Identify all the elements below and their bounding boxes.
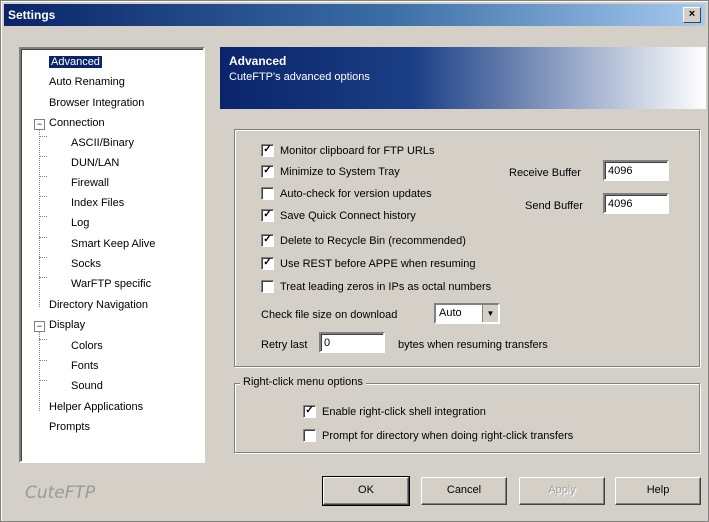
ok-button[interactable]: OK <box>322 476 410 506</box>
shell-integration-checkbox[interactable]: ✓ Enable right-click shell integration <box>303 404 486 421</box>
send-buffer-label: Send Buffer <box>525 200 583 212</box>
close-button[interactable]: × <box>683 7 701 23</box>
tree-item-dun-lan[interactable]: DUN/LAN <box>71 155 119 171</box>
send-buffer-input[interactable]: 4096 <box>603 193 669 214</box>
tree-item-display[interactable]: Display <box>49 317 85 333</box>
tree-item-helper-applications[interactable]: Helper Applications <box>49 399 143 415</box>
tree-item-connection[interactable]: Connection <box>49 115 105 131</box>
checkbox-box <box>261 279 274 293</box>
retry-last-input[interactable]: 0 <box>319 332 385 353</box>
tree-item-sound[interactable]: Sound <box>71 378 103 394</box>
checkbox-box <box>303 428 316 442</box>
checkbox-box: ✓ <box>261 164 274 178</box>
minimize-tray-checkbox[interactable]: ✓ Minimize to System Tray <box>261 164 400 181</box>
checkbox-box: ✓ <box>303 404 316 418</box>
tree-item-prompts[interactable]: Prompts <box>49 419 90 435</box>
tree-item-warftp-specific[interactable]: WarFTP specific <box>71 276 151 292</box>
apply-button[interactable]: Apply <box>519 477 605 505</box>
tree-item-browser-integration[interactable]: Browser Integration <box>49 95 144 111</box>
prompt-directory-checkbox[interactable]: Prompt for directory when doing right-cl… <box>303 428 573 445</box>
retry-last-label: Retry last <box>261 339 308 351</box>
settings-tree[interactable]: − − Advanced Auto Renaming Browser Integ… <box>19 47 205 463</box>
tree-item-ascii-binary[interactable]: ASCII/Binary <box>71 135 134 151</box>
tree-item-advanced[interactable]: Advanced <box>49 54 102 70</box>
cancel-button[interactable]: Cancel <box>421 477 507 505</box>
tree-item-smart-keep-alive[interactable]: Smart Keep Alive <box>71 236 155 252</box>
brand-logo: CuteFTP <box>25 483 96 503</box>
section-subtitle: CuteFTP's advanced options <box>229 71 370 83</box>
checkbox-box: ✓ <box>261 143 274 157</box>
checkbox-box: ✓ <box>261 233 274 247</box>
title-bar: Settings × <box>4 4 705 26</box>
check-file-size-label: Check file size on download <box>261 309 398 321</box>
delete-recycle-bin-checkbox[interactable]: ✓ Delete to Recycle Bin (recommended) <box>261 233 466 250</box>
tree-item-index-files[interactable]: Index Files <box>71 195 124 211</box>
help-button[interactable]: Help <box>615 477 701 505</box>
tree-item-colors[interactable]: Colors <box>71 338 103 354</box>
window-title: Settings <box>8 8 56 22</box>
auto-check-updates-checkbox[interactable]: Auto-check for version updates <box>261 186 432 203</box>
connection-collapse-icon[interactable]: − <box>34 119 45 130</box>
checkbox-box <box>261 186 274 200</box>
settings-window: Settings × − − Advanced Auto Renaming Br… <box>0 0 709 522</box>
tree-item-auto-renaming[interactable]: Auto Renaming <box>49 74 125 90</box>
retry-last-suffix: bytes when resuming transfers <box>398 339 548 351</box>
tree-item-directory-navigation[interactable]: Directory Navigation <box>49 297 148 313</box>
check-file-size-select[interactable]: Auto ▼ <box>434 303 500 324</box>
receive-buffer-label: Receive Buffer <box>509 167 581 179</box>
save-quick-connect-checkbox[interactable]: ✓ Save Quick Connect history <box>261 208 416 225</box>
chevron-down-icon: ▼ <box>482 305 498 322</box>
use-rest-checkbox[interactable]: ✓ Use REST before APPE when resuming <box>261 256 475 273</box>
receive-buffer-input[interactable]: 4096 <box>603 160 669 181</box>
tree-item-log[interactable]: Log <box>71 215 89 231</box>
monitor-clipboard-checkbox[interactable]: ✓ Monitor clipboard for FTP URLs <box>261 143 434 160</box>
section-title: Advanced <box>229 54 287 68</box>
display-collapse-icon[interactable]: − <box>34 321 45 332</box>
tree-item-fonts[interactable]: Fonts <box>71 358 99 374</box>
checkbox-box: ✓ <box>261 208 274 222</box>
tree-item-firewall[interactable]: Firewall <box>71 175 109 191</box>
checkbox-box: ✓ <box>261 256 274 270</box>
section-header: Advanced CuteFTP's advanced options <box>220 47 706 109</box>
right-click-group-label: Right-click menu options <box>240 376 366 388</box>
octal-zeros-checkbox[interactable]: Treat leading zeros in IPs as octal numb… <box>261 279 491 296</box>
tree-item-socks[interactable]: Socks <box>71 256 101 272</box>
